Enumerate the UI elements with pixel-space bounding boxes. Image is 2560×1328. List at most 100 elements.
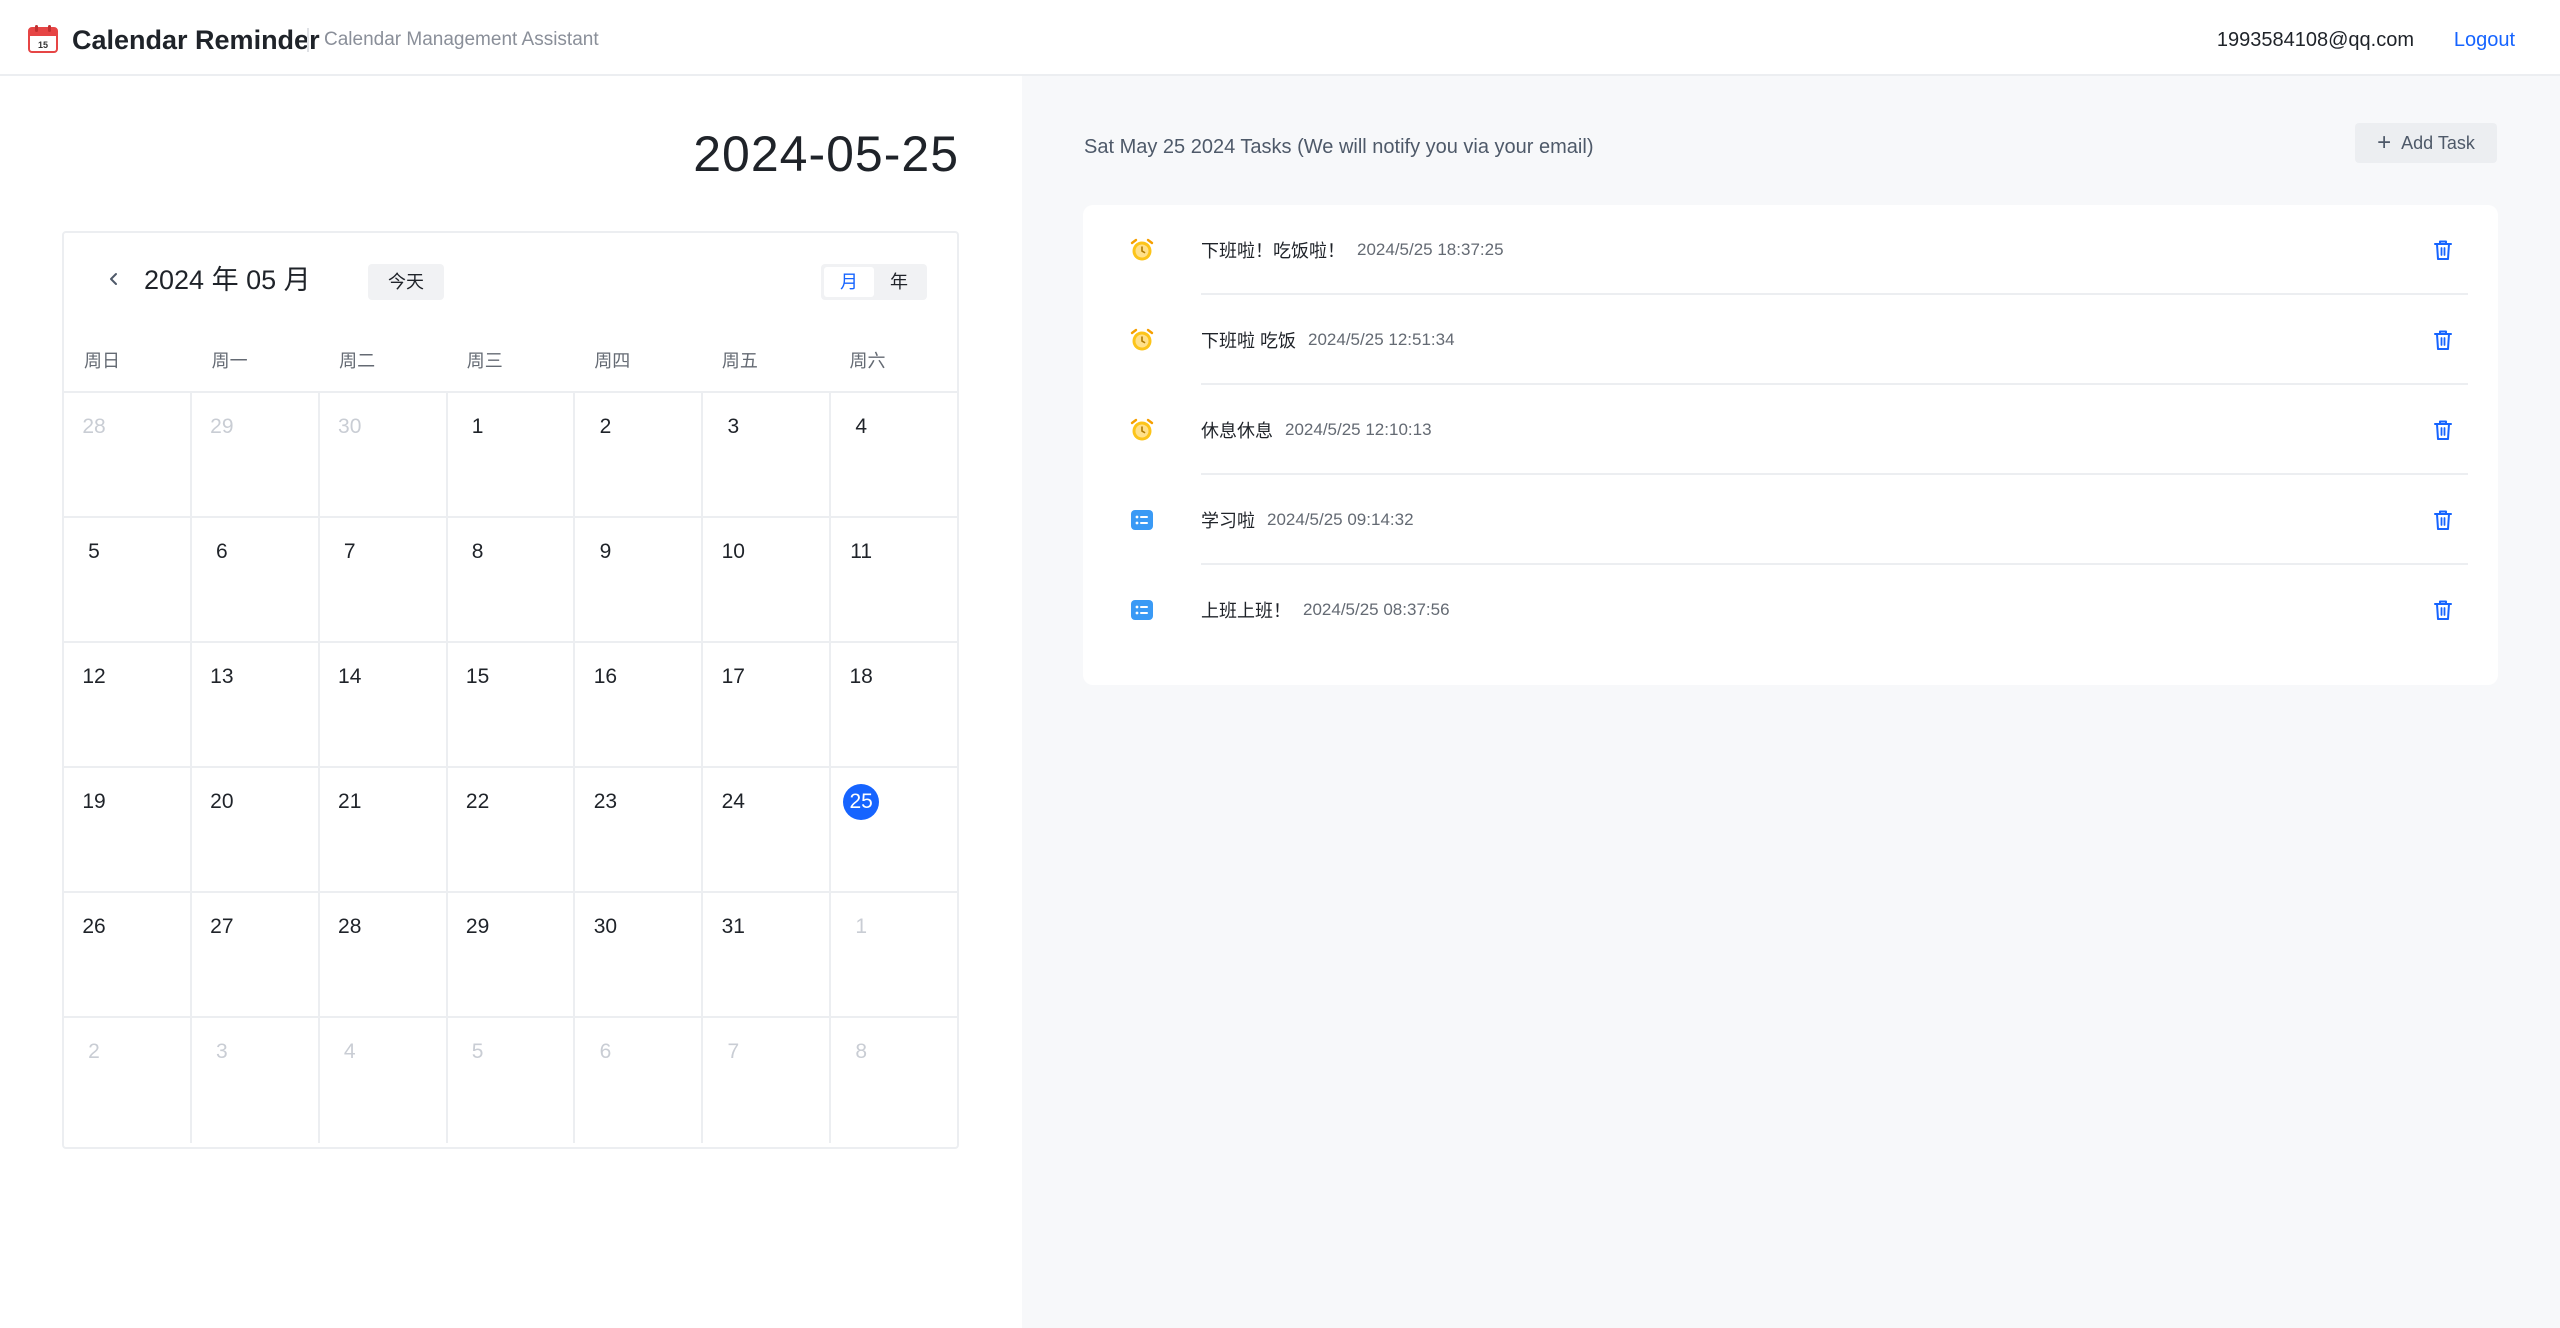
task-time: 2024/5/25 09:14:32 <box>1267 510 1414 529</box>
view-month-button[interactable]: 月 <box>824 267 874 297</box>
day-number: 20 <box>210 790 234 813</box>
add-task-label: Add Task <box>2401 132 2475 153</box>
task-item[interactable]: 休息休息 2024/5/25 12:10:13 <box>1083 385 2498 475</box>
trash-icon[interactable] <box>2432 238 2454 262</box>
task-item[interactable]: 学习啦 2024/5/25 09:14:32 <box>1083 475 2498 565</box>
weekday-label: 周六 <box>849 351 886 371</box>
calendar-day[interactable]: 18 <box>831 643 957 766</box>
calendar-day[interactable]: 30 <box>320 393 448 516</box>
calendar-day[interactable]: 12 <box>64 643 192 766</box>
calendar-day[interactable]: 2 <box>64 1018 192 1143</box>
weekday-label: 周五 <box>721 351 758 371</box>
user-email: 1993584108@qq.com <box>2216 29 2414 51</box>
day-number: 2 <box>88 1040 100 1063</box>
task-list: 下班啦！吃饭啦！ 2024/5/25 18:37:25 下班啦 吃饭 2024/5/2… <box>1083 205 2498 685</box>
calendar-day[interactable]: 9 <box>575 518 704 641</box>
calendar-day[interactable]: 8 <box>831 1018 957 1143</box>
add-task-button[interactable]: + Add Task <box>2355 123 2497 163</box>
calendar-day[interactable]: 17 <box>703 643 832 766</box>
task-time: 2024/5/25 12:51:34 <box>1308 330 1455 349</box>
tasks-panel: Sat May 25 2024 Tasks (We will notify yo… <box>1022 76 2560 1328</box>
calendar-day[interactable]: 13 <box>192 643 320 766</box>
calendar-widget: 2024 年 05 月 今天 月 年 周日 周一 周二 周三 周四 周五 周六 28 29 30… <box>62 231 959 1149</box>
calendar-day[interactable]: 7 <box>320 518 448 641</box>
calendar-day[interactable]: 30 <box>575 893 704 1016</box>
day-number: 13 <box>210 665 234 688</box>
day-number: 28 <box>338 915 362 938</box>
calendar-day[interactable]: 29 <box>192 393 320 516</box>
calendar-day[interactable]: 3 <box>703 393 832 516</box>
task-content: 下班啦 吃饭 2024/5/25 12:51:34 <box>1201 295 1455 385</box>
view-toggle: 月 年 <box>821 264 927 300</box>
trash-icon[interactable] <box>2432 418 2454 442</box>
day-number: 22 <box>465 790 490 813</box>
calendar-day[interactable]: 4 <box>831 393 957 516</box>
calendar-day[interactable]: 7 <box>703 1018 832 1143</box>
day-number: 1 <box>855 915 867 938</box>
task-time: 2024/5/25 18:37:25 <box>1357 240 1504 259</box>
calendar-day[interactable]: 23 <box>575 768 704 891</box>
calendar-day[interactable]: 21 <box>320 768 448 891</box>
calendar-day[interactable]: 27 <box>192 893 320 1016</box>
calendar-day[interactable]: 1 <box>831 893 957 1016</box>
calendar-day[interactable]: 5 <box>448 1018 576 1143</box>
day-number: 3 <box>727 415 740 438</box>
day-number: 24 <box>721 790 745 813</box>
chevron-left-icon[interactable] <box>102 267 126 291</box>
day-number: 30 <box>338 415 362 438</box>
calendar-day[interactable]: 22 <box>448 768 576 891</box>
calendar-day[interactable]: 2 <box>575 393 704 516</box>
task-item[interactable]: 下班啦 吃饭 2024/5/25 12:51:34 <box>1083 295 2498 385</box>
calendar-day[interactable]: 11 <box>831 518 957 641</box>
day-number: 7 <box>343 540 356 563</box>
day-number: 7 <box>727 1040 740 1063</box>
tasks-heading: Sat May 25 2024 Tasks (We will notify yo… <box>1084 136 1594 158</box>
day-number: 17 <box>721 665 745 688</box>
calendar-day[interactable]: 20 <box>192 768 320 891</box>
calendar-day[interactable]: 29 <box>448 893 576 1016</box>
calendar-day[interactable]: 3 <box>192 1018 320 1143</box>
view-year-button[interactable]: 年 <box>874 267 924 297</box>
calendar-toolbar: 2024 年 05 月 今天 月 年 <box>64 233 957 329</box>
trash-icon[interactable] <box>2432 328 2454 352</box>
calendar-day[interactable]: 1 <box>448 393 576 516</box>
day-number: 6 <box>599 1040 612 1063</box>
calendar-day[interactable]: 4 <box>320 1018 448 1143</box>
day-number: 9 <box>599 540 612 563</box>
calendar-day[interactable]: 31 <box>703 893 832 1016</box>
calendar-day[interactable]: 16 <box>575 643 704 766</box>
day-number: 5 <box>88 540 100 563</box>
calendar-day[interactable]: 6 <box>192 518 320 641</box>
app-header: 15 Calendar Reminder Calendar Management… <box>0 0 2560 76</box>
day-number: 10 <box>721 540 745 563</box>
plus-icon: + <box>2377 129 2392 156</box>
calendar-week-row: 28 29 30 1 2 3 4 <box>64 393 957 518</box>
calendar-day[interactable]: 14 <box>320 643 448 766</box>
task-item[interactable]: 上班上班！ 2024/5/25 08:37:56 <box>1083 565 2498 655</box>
day-number: 8 <box>471 540 484 563</box>
trash-icon[interactable] <box>2432 508 2454 532</box>
calendar-day[interactable]: 10 <box>703 518 832 641</box>
day-number: 31 <box>721 915 745 938</box>
logout-link[interactable]: Logout <box>2454 27 2515 53</box>
calendar-week-row: 5 6 7 8 9 10 11 <box>64 518 957 643</box>
calendar-day[interactable]: 8 <box>448 518 576 641</box>
calendar-week-row: 12 13 14 15 16 17 18 <box>64 643 957 768</box>
calendar-day-selected[interactable]: 25 <box>831 768 957 891</box>
day-number: 3 <box>216 1040 228 1063</box>
task-item[interactable]: 下班啦！吃饭啦！ 2024/5/25 18:37:25 <box>1083 205 2498 295</box>
task-content: 休息休息 2024/5/25 12:10:13 <box>1201 385 1432 475</box>
calendar-day[interactable]: 26 <box>64 893 192 1016</box>
calendar-day[interactable]: 24 <box>703 768 832 891</box>
calendar-day[interactable]: 15 <box>448 643 576 766</box>
calendar-day[interactable]: 5 <box>64 518 192 641</box>
calendar-day[interactable]: 19 <box>64 768 192 891</box>
today-button[interactable]: 今天 <box>368 264 444 300</box>
calendar-day[interactable]: 28 <box>64 393 192 516</box>
calendar-day[interactable]: 6 <box>575 1018 704 1143</box>
trash-icon[interactable] <box>2432 598 2454 622</box>
weekday-label: 周二 <box>339 351 376 371</box>
day-number: 19 <box>82 790 106 813</box>
calendar-panel: 2024-05-25 2024 年 05 月 今天 月 年 周日 周一 周二 周三 周四… <box>0 76 1022 1328</box>
calendar-day[interactable]: 28 <box>320 893 448 1016</box>
